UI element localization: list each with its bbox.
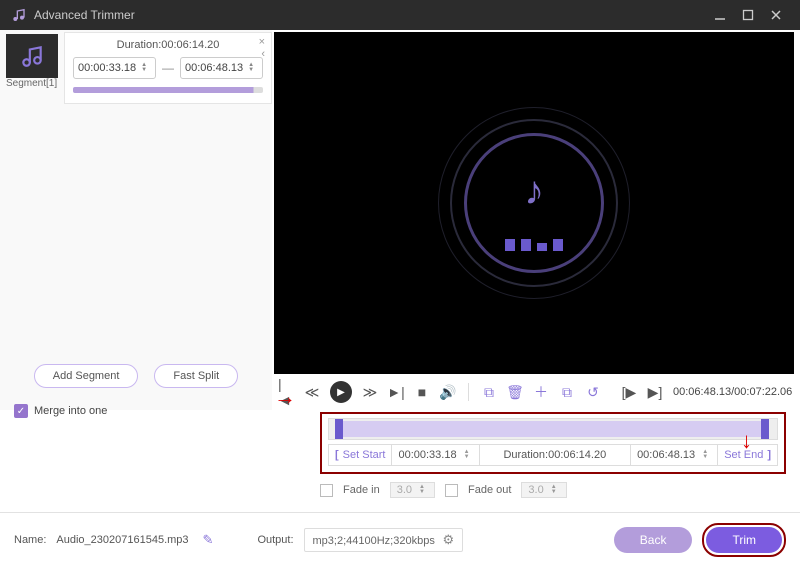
- spinner-icon[interactable]: ▲▼: [245, 63, 257, 73]
- output-label: Output:: [257, 534, 293, 546]
- set-out-icon[interactable]: ▶]: [647, 384, 663, 400]
- fade-out-checkbox[interactable]: [445, 484, 458, 497]
- stop-button[interactable]: ■: [414, 384, 430, 400]
- trim-start-input[interactable]: 00:00:33.18▲▼: [392, 445, 479, 465]
- play-button[interactable]: ▶: [330, 381, 352, 403]
- name-value: Audio_230207161545.mp3: [56, 534, 188, 546]
- fade-in-label: Fade in: [343, 484, 380, 496]
- app-logo-icon: [10, 7, 26, 23]
- copy-icon[interactable]: ⧉: [559, 384, 575, 400]
- maximize-button[interactable]: [734, 1, 762, 29]
- minimize-button[interactable]: [706, 1, 734, 29]
- fade-out-value[interactable]: 3.0▲▼: [521, 482, 566, 498]
- trim-handle-start[interactable]: [335, 419, 343, 439]
- trim-controls-highlight: [Set Start 00:00:33.18▲▼ Duration:00:06:…: [320, 412, 786, 474]
- trim-end-input[interactable]: 00:06:48.13▲▼: [631, 445, 718, 465]
- music-note-icon: [19, 43, 45, 69]
- fade-row: Fade in 3.0▲▼ Fade out 3.0▲▼: [320, 482, 786, 498]
- timeline-track[interactable]: [328, 418, 778, 440]
- segment-thumbnail[interactable]: [6, 34, 58, 78]
- fade-in-checkbox[interactable]: [320, 484, 333, 497]
- next-frame-icon[interactable]: ≫: [362, 384, 378, 400]
- playback-toolbar: |◄ ≪ ▶ ≫ ►| ■ 🔊 ⧉ 🗑 ＋ ⧉ ↺ [▶ ▶] 00:06:48…: [272, 374, 800, 410]
- spinner-icon[interactable]: ▲▼: [138, 63, 150, 73]
- title-bar: Advanced Trimmer: [0, 0, 800, 30]
- playback-time: 00:06:48.13/00:07:22.06: [673, 386, 792, 398]
- merge-checkbox[interactable]: ✓: [14, 404, 28, 418]
- segments-sidebar: Segment[1] × ‹ Duration:00:06:14.20 00:0…: [0, 30, 272, 410]
- range-dash: —: [162, 61, 174, 75]
- back-button[interactable]: Back: [614, 527, 693, 553]
- spinner-icon[interactable]: ▲▼: [416, 485, 428, 495]
- window-title: Advanced Trimmer: [34, 8, 706, 22]
- close-button[interactable]: [762, 1, 790, 29]
- annotation-arrow-right: →: [274, 384, 296, 410]
- trim-duration-label: Duration:00:06:14.20: [480, 445, 631, 465]
- segment-end-input[interactable]: 00:06:48.13▲▼: [180, 57, 263, 79]
- prev-frame-icon[interactable]: ≪: [304, 384, 320, 400]
- trim-handle-end[interactable]: [761, 419, 769, 439]
- merge-label: Merge into one: [34, 405, 107, 417]
- segment-collapse-icon[interactable]: ‹: [261, 49, 265, 59]
- edit-name-icon[interactable]: ✎: [203, 532, 214, 548]
- undo-icon[interactable]: ↺: [585, 384, 601, 400]
- segment-close-icon[interactable]: ×: [259, 37, 265, 47]
- segment-mini-track[interactable]: [73, 87, 263, 93]
- cut-icon[interactable]: ⧉: [481, 384, 497, 400]
- segment-duration-label: Duration:00:06:14.20: [73, 39, 263, 51]
- preview-area: ♪: [274, 32, 794, 374]
- spinner-icon[interactable]: ▲▼: [699, 450, 711, 460]
- audio-visual-icon: ♪: [464, 133, 604, 273]
- set-start-button[interactable]: [Set Start: [329, 445, 392, 465]
- footer-bar: Name: Audio_230207161545.mp3 ✎ Output: m…: [0, 513, 800, 567]
- gear-icon[interactable]: ⚙: [439, 532, 454, 547]
- fade-out-label: Fade out: [468, 484, 511, 496]
- segment-panel: × ‹ Duration:00:06:14.20 00:00:33.18▲▼ —…: [64, 32, 272, 104]
- trim-button-highlight: Trim: [702, 523, 786, 557]
- add-segment-button[interactable]: Add Segment: [34, 364, 139, 388]
- annotation-arrow-down: ↓: [741, 428, 752, 454]
- fade-in-value[interactable]: 3.0▲▼: [390, 482, 435, 498]
- segment-caption: Segment[1]: [6, 78, 64, 89]
- name-label: Name:: [14, 534, 46, 546]
- spinner-icon[interactable]: ▲▼: [548, 485, 560, 495]
- output-value[interactable]: mp3;2;44100Hz;320kbps ⚙: [304, 528, 464, 552]
- trim-button[interactable]: Trim: [706, 527, 782, 553]
- set-in-icon[interactable]: [▶: [621, 384, 637, 400]
- volume-icon[interactable]: 🔊: [440, 384, 456, 400]
- delete-icon[interactable]: 🗑: [507, 384, 523, 400]
- segment-start-input[interactable]: 00:00:33.18▲▼: [73, 57, 156, 79]
- fast-split-button[interactable]: Fast Split: [154, 364, 238, 388]
- seek-end-icon[interactable]: ►|: [388, 384, 404, 400]
- add-icon[interactable]: ＋: [533, 384, 549, 400]
- spinner-icon[interactable]: ▲▼: [461, 450, 473, 460]
